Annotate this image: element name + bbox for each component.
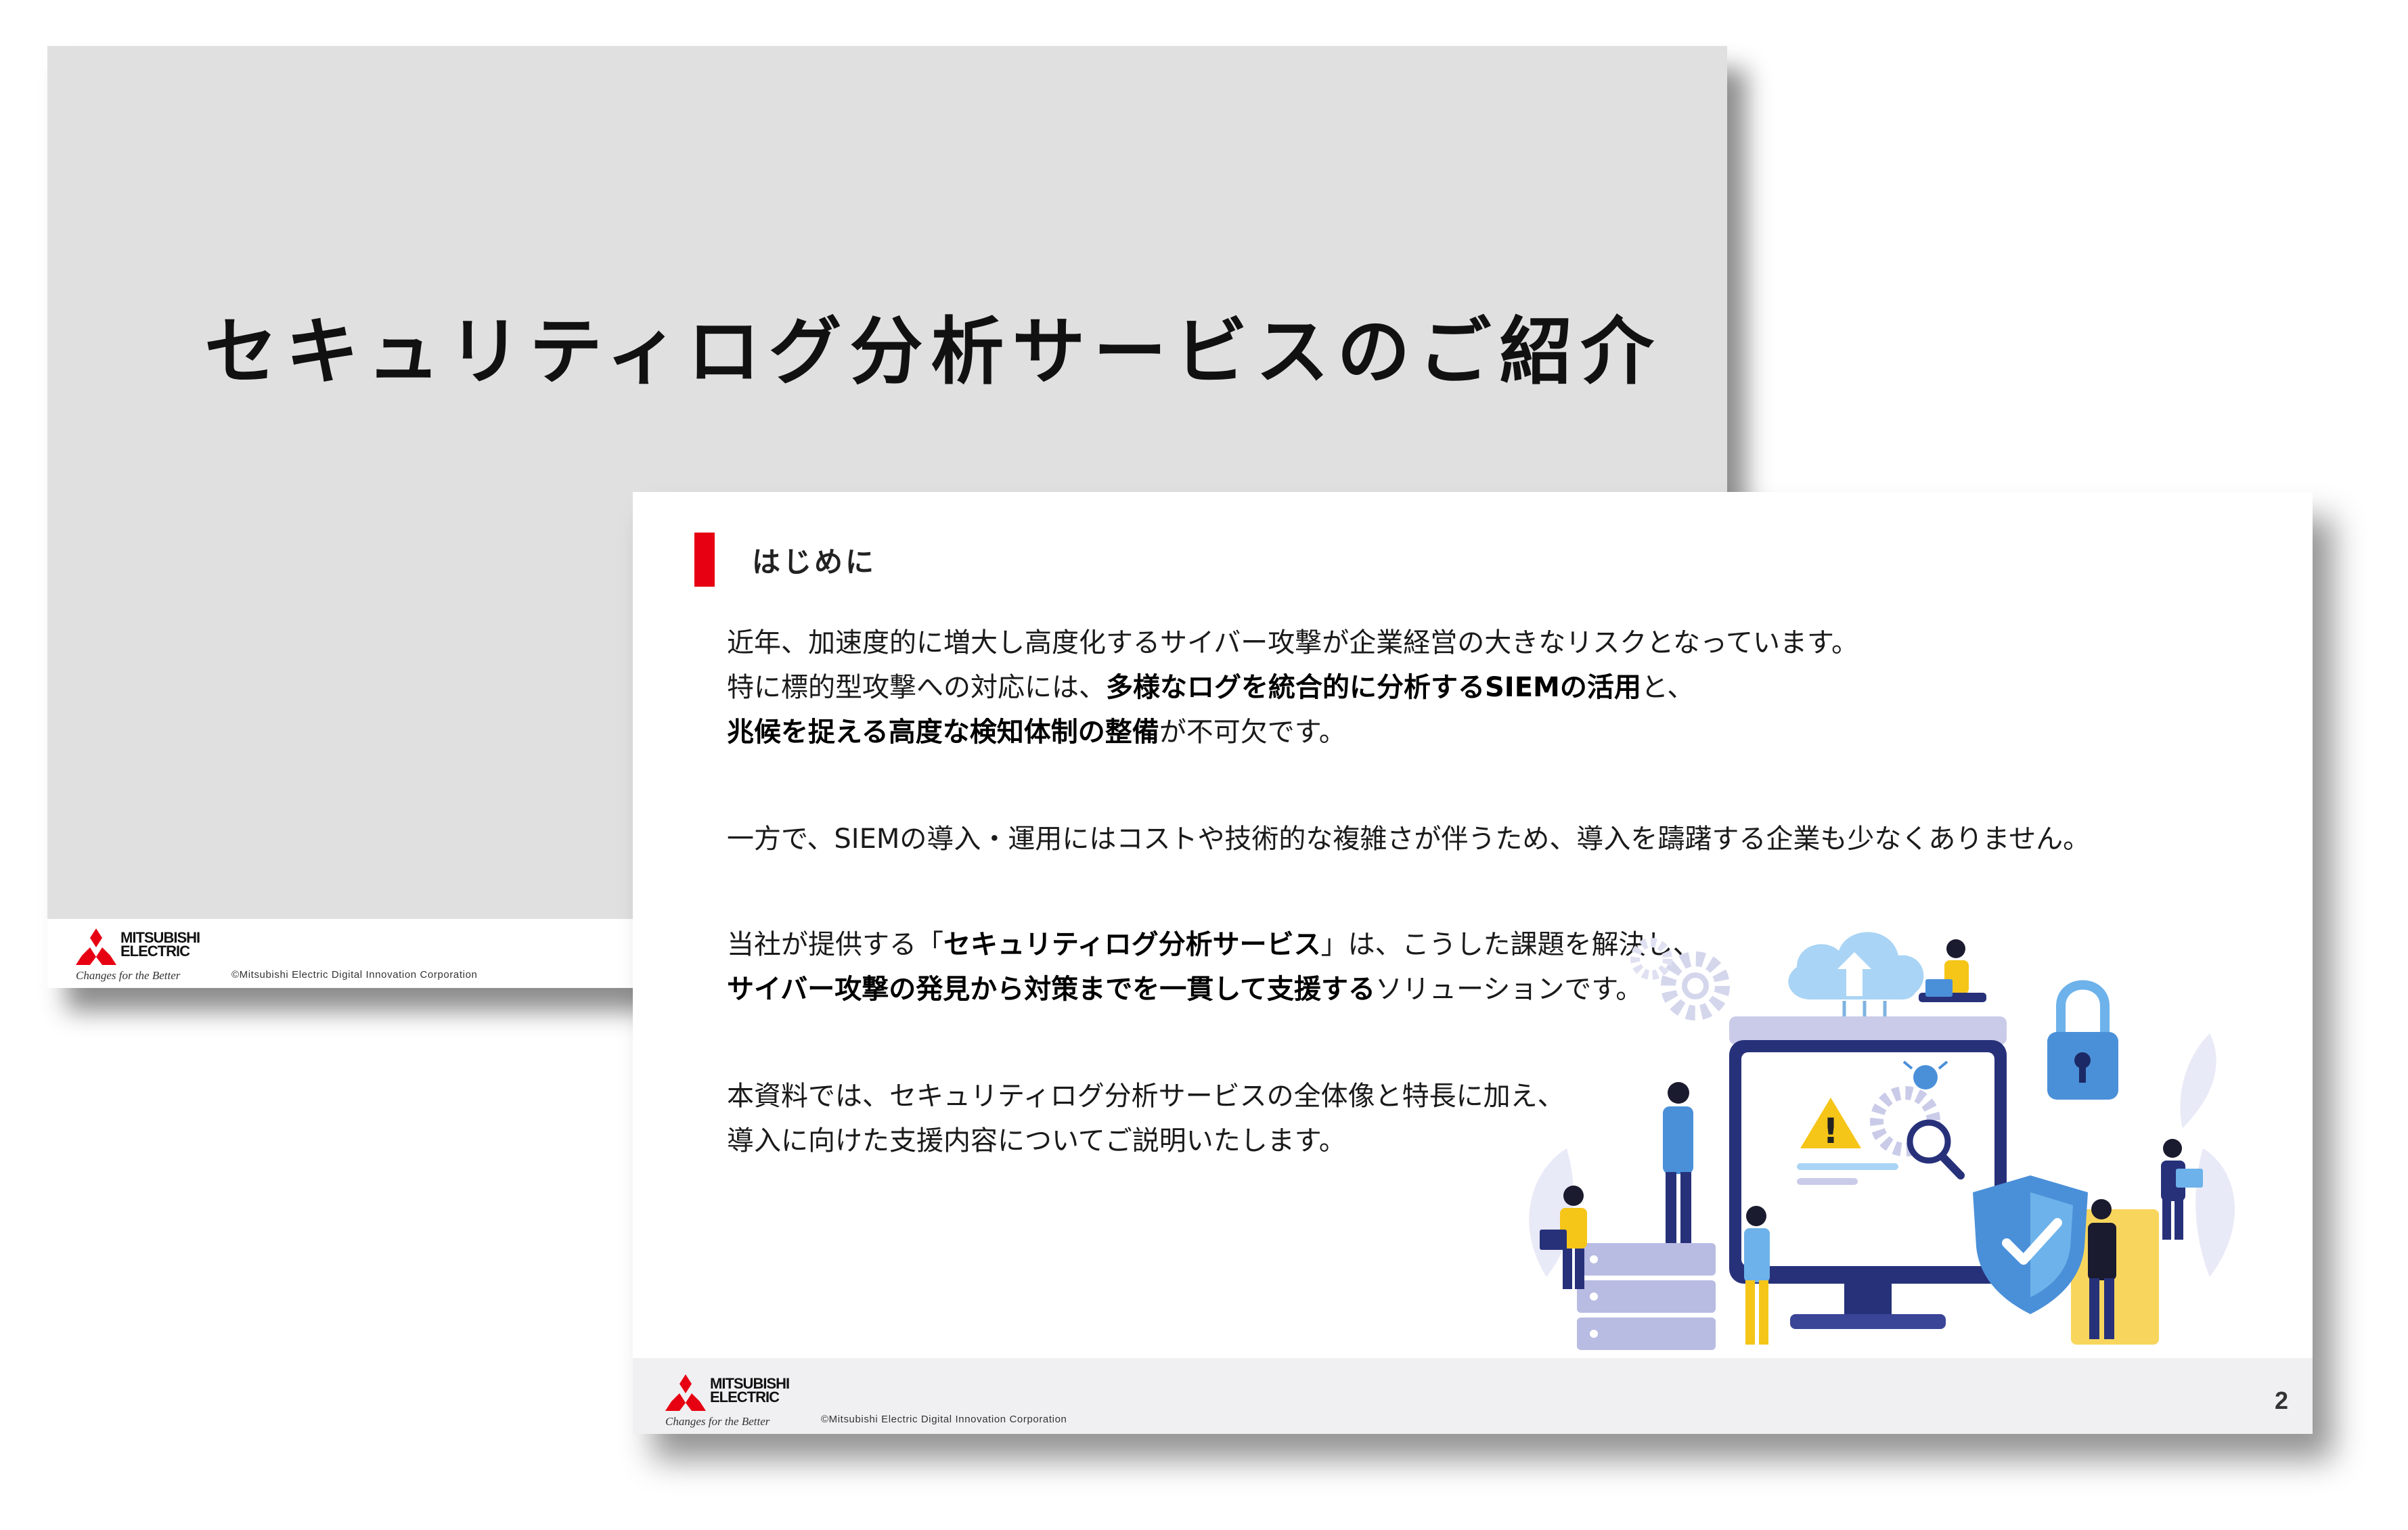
cover-title: セキュリティログ分析サービスのご紹介 [204, 310, 1662, 395]
intro-footer: MITSUBISHI ELECTRIC Changes for the Bett… [633, 1358, 2313, 1434]
security-illustration: ! [1529, 932, 2235, 1350]
logo-tagline: Changes for the Better [76, 969, 181, 982]
person-sitting-top [1919, 939, 1986, 1002]
logo-brand: MITSUBISHI ELECTRIC [120, 929, 200, 960]
shield-check-icon [1973, 1175, 2088, 1314]
page-number: 2 [2274, 1387, 2288, 1414]
emphasis-support: サイバー攻撃の発見から対策までを一貫して支援する [727, 974, 1375, 1005]
paragraph-1: 近年、加速度的に増大し高度化するサイバー攻撃が企業経営の大きなリスクとなっていま… [727, 627, 1858, 748]
padlock-icon [2047, 980, 2118, 1100]
logo-tagline: Changes for the Better [665, 1415, 770, 1428]
logo-brand: MITSUBISHI ELECTRIC [710, 1375, 790, 1405]
intro-copyright: ©Mitsubishi Electric Digital Innovation … [821, 1414, 1067, 1425]
person-standing [1663, 1082, 1693, 1243]
slide-heading: はじめに [752, 545, 877, 579]
mitsubishi-logo-icon [76, 928, 116, 965]
intro-slide[interactable]: はじめに 近年、加速度的に増大し高度化するサイバー攻撃が企業経営の大きなリスクと… [633, 492, 2313, 1434]
cloud-upload-icon [1788, 932, 1924, 1016]
monitor [1729, 1016, 2007, 1329]
mitsubishi-logo-icon [665, 1374, 706, 1411]
emphasis-siem: 多様なログを統合的に分析するSIEMの活用 [1106, 672, 1641, 703]
svg-text:!: ! [1823, 1111, 1839, 1152]
gear-icon [1630, 938, 1730, 1020]
heading-accent-bar [694, 533, 715, 587]
cover-copyright: ©Mitsubishi Electric Digital Innovation … [231, 969, 478, 981]
emphasis-detection: 兆候を捉える高度な検知体制の整備 [727, 717, 1159, 748]
server-stack [1577, 1243, 1716, 1350]
paragraph-2: 一方で、SIEMの導入・運用にはコストや技術的な複雑さが伴うため、導入を躊躇する… [727, 824, 2091, 855]
emphasis-service: セキュリティログ分析サービス [943, 929, 1321, 960]
